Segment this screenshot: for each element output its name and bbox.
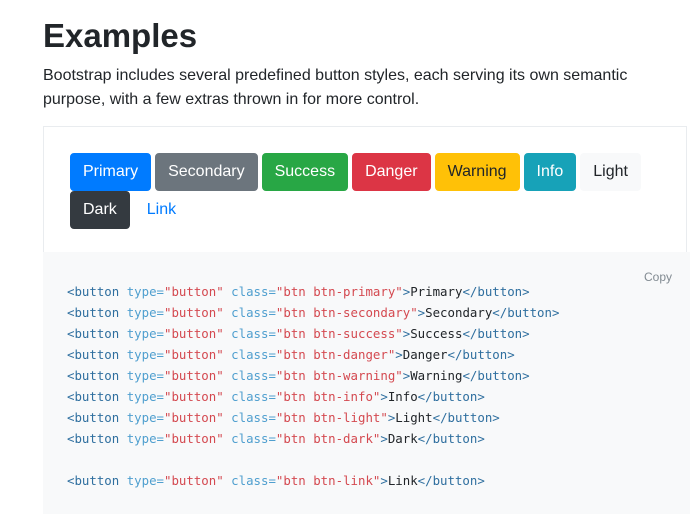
- code-tag-open: <button: [67, 410, 120, 425]
- code-text: Link: [387, 473, 418, 488]
- code-tag-open: <button: [67, 326, 120, 341]
- code-value-type: "button": [164, 431, 224, 446]
- code-attr-type: type=: [126, 389, 164, 404]
- code-tag-open: <button: [67, 389, 120, 404]
- code-line: <button type="button" class="btn btn-dan…: [67, 344, 559, 365]
- code-line: <button type="button" class="btn btn-pri…: [67, 281, 559, 302]
- code-tag-close: </button>: [462, 326, 530, 341]
- code-value-class: "btn btn-danger": [275, 347, 396, 362]
- code-value-type: "button": [164, 410, 224, 425]
- code-text: Success: [410, 326, 463, 341]
- code-tag-close: </button>: [462, 368, 530, 383]
- code-value-class: "btn btn-info": [275, 389, 381, 404]
- code-tag-close: </button>: [417, 473, 485, 488]
- code-text: Secondary: [425, 305, 493, 320]
- code-attr-class: class=: [231, 305, 276, 320]
- code-value-type: "button": [164, 284, 224, 299]
- code-value-type: "button": [164, 389, 224, 404]
- info-button[interactable]: Info: [523, 153, 577, 191]
- code-tag-close: </button>: [417, 389, 485, 404]
- danger-button[interactable]: Danger: [352, 153, 431, 191]
- code-tag-bracket: >: [380, 389, 388, 404]
- code-tag-close: </button>: [462, 284, 530, 299]
- code-attr-type: type=: [126, 473, 164, 488]
- code-attr-class: class=: [231, 389, 276, 404]
- code-line: <button type="button" class="btn btn-sec…: [67, 302, 559, 323]
- code-value-type: "button": [164, 347, 224, 362]
- success-button[interactable]: Success: [261, 153, 349, 191]
- page-description: Bootstrap includes several predefined bu…: [43, 67, 628, 108]
- code-line: <button type="button" class="btn btn-lig…: [67, 407, 559, 428]
- code-line: <button type="button" class="btn btn-inf…: [67, 386, 559, 407]
- dark-button[interactable]: Dark: [70, 191, 130, 229]
- code-tag-close: </button>: [447, 347, 515, 362]
- copy-button[interactable]: Copy: [644, 270, 672, 284]
- code-line: <button type="button" class="btn btn-dar…: [67, 428, 559, 449]
- button-row-1: Primary Secondary Success Danger Warning Info…: [70, 153, 645, 191]
- code-value-class: "btn btn-secondary": [275, 305, 418, 320]
- code-attr-type: type=: [126, 284, 164, 299]
- code-value-type: "button": [164, 326, 224, 341]
- page-title: Examples: [43, 17, 198, 54]
- code-attr-type: type=: [126, 431, 164, 446]
- example-preview: Primary Secondary Success Danger Warning Info…: [43, 126, 687, 252]
- code-value-class: "btn btn-light": [275, 410, 388, 425]
- code-text: Warning: [410, 368, 463, 383]
- code-tag-open: <button: [67, 368, 120, 383]
- code-attr-class: class=: [231, 368, 276, 383]
- code-attr-class: class=: [231, 473, 276, 488]
- code-tag-close: </button>: [432, 410, 500, 425]
- code-tag-open: <button: [67, 284, 120, 299]
- code-tag-close: </button>: [492, 305, 560, 320]
- code-attr-type: type=: [126, 410, 164, 425]
- code-text: Primary: [410, 284, 463, 299]
- code-snippet: <button type="button" class="btn btn-pri…: [67, 281, 559, 491]
- code-value-class: "btn btn-primary": [275, 284, 403, 299]
- code-line: <button type="button" class="btn btn-suc…: [67, 323, 559, 344]
- code-attr-class: class=: [231, 410, 276, 425]
- warning-button[interactable]: Warning: [434, 153, 520, 191]
- code-line: <button type="button" class="btn btn-lin…: [67, 470, 559, 491]
- code-tag-close: </button>: [417, 431, 485, 446]
- code-attr-class: class=: [231, 326, 276, 341]
- code-tag-open: <button: [67, 431, 120, 446]
- docs-page: Examples Bootstrap includes several pred…: [0, 0, 690, 514]
- light-button[interactable]: Light: [580, 153, 641, 191]
- code-attr-type: type=: [126, 326, 164, 341]
- code-attr-class: class=: [231, 431, 276, 446]
- code-tag-bracket: >: [380, 431, 388, 446]
- primary-button[interactable]: Primary: [70, 153, 152, 191]
- code-tag-open: <button: [67, 473, 120, 488]
- code-attr-class: class=: [231, 347, 276, 362]
- code-text: Light: [395, 410, 433, 425]
- button-row-2: Dark Link: [70, 191, 193, 229]
- code-attr-class: class=: [231, 284, 276, 299]
- code-attr-type: type=: [126, 368, 164, 383]
- code-value-type: "button": [164, 305, 224, 320]
- secondary-button[interactable]: Secondary: [155, 153, 258, 191]
- code-value-type: "button": [164, 368, 224, 383]
- code-text: Danger: [402, 347, 448, 362]
- code-tag-bracket: >: [380, 473, 388, 488]
- code-value-class: "btn btn-dark": [275, 431, 381, 446]
- code-attr-type: type=: [126, 347, 164, 362]
- code-tag-open: <button: [67, 305, 120, 320]
- code-value-class: "btn btn-success": [275, 326, 403, 341]
- link-button[interactable]: Link: [134, 191, 189, 229]
- code-value-type: "button": [164, 473, 224, 488]
- code-value-class: "btn btn-link": [275, 473, 381, 488]
- code-value-class: "btn btn-warning": [275, 368, 403, 383]
- code-line: <button type="button" class="btn btn-war…: [67, 365, 559, 386]
- code-block: Copy <button type="button" class="btn bt…: [43, 252, 690, 514]
- code-attr-type: type=: [126, 305, 164, 320]
- code-tag-bracket: >: [395, 347, 403, 362]
- code-tag-open: <button: [67, 347, 120, 362]
- code-text: Dark: [387, 431, 418, 446]
- code-text: Info: [387, 389, 418, 404]
